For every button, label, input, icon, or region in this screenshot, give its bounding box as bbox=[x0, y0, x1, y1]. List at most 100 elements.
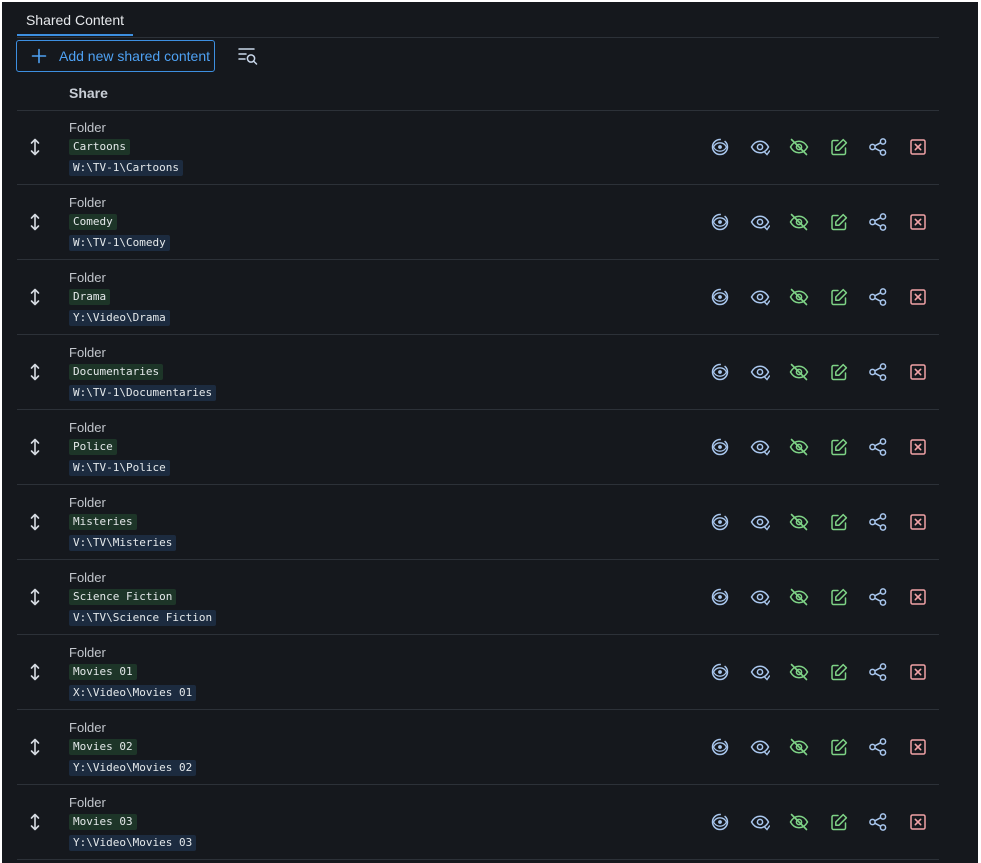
hide-icon[interactable] bbox=[789, 587, 809, 607]
edit-icon[interactable] bbox=[829, 812, 849, 832]
scan-icon[interactable] bbox=[710, 662, 730, 682]
edit-icon[interactable] bbox=[829, 662, 849, 682]
delete-icon[interactable] bbox=[908, 662, 928, 682]
share-type: Folder bbox=[69, 420, 106, 435]
delete-icon[interactable] bbox=[908, 362, 928, 382]
share-name-tag: Movies 01 bbox=[69, 664, 137, 680]
edit-icon[interactable] bbox=[829, 362, 849, 382]
drag-handle-icon[interactable] bbox=[29, 363, 41, 381]
tab-bar: Shared Content bbox=[17, 2, 939, 38]
edit-icon[interactable] bbox=[829, 512, 849, 532]
drag-handle-icon[interactable] bbox=[29, 738, 41, 756]
share-icon[interactable] bbox=[868, 287, 888, 307]
tab-shared-content[interactable]: Shared Content bbox=[17, 2, 133, 36]
share-path-tag: V:\TV\Science Fiction bbox=[69, 610, 217, 626]
view-icon[interactable] bbox=[750, 362, 770, 382]
drag-handle-icon[interactable] bbox=[29, 588, 41, 606]
drag-handle-icon[interactable] bbox=[29, 288, 41, 306]
scan-icon[interactable] bbox=[710, 362, 730, 382]
share-icon[interactable] bbox=[868, 362, 888, 382]
drag-handle-icon[interactable] bbox=[29, 438, 41, 456]
edit-icon[interactable] bbox=[829, 437, 849, 457]
scan-icon[interactable] bbox=[710, 512, 730, 532]
drag-handle-icon[interactable] bbox=[29, 663, 41, 681]
share-type: Folder bbox=[69, 195, 106, 210]
filter-search-icon[interactable] bbox=[238, 47, 258, 65]
hide-icon[interactable] bbox=[789, 812, 809, 832]
delete-icon[interactable] bbox=[908, 587, 928, 607]
view-icon[interactable] bbox=[750, 812, 770, 832]
share-icon[interactable] bbox=[868, 212, 888, 232]
share-type: Folder bbox=[69, 345, 106, 360]
hide-icon[interactable] bbox=[789, 512, 809, 532]
view-icon[interactable] bbox=[750, 287, 770, 307]
delete-icon[interactable] bbox=[908, 287, 928, 307]
delete-icon[interactable] bbox=[908, 212, 928, 232]
delete-icon[interactable] bbox=[908, 737, 928, 757]
share-name-tag: Movies 03 bbox=[69, 814, 137, 830]
share-type: Folder bbox=[69, 120, 106, 135]
delete-icon[interactable] bbox=[908, 137, 928, 157]
share-icon[interactable] bbox=[868, 587, 888, 607]
share-type: Folder bbox=[69, 645, 106, 660]
view-icon[interactable] bbox=[750, 662, 770, 682]
delete-icon[interactable] bbox=[908, 512, 928, 532]
hide-icon[interactable] bbox=[789, 437, 809, 457]
share-name-tag: Misteries bbox=[69, 514, 137, 530]
plus-icon bbox=[31, 48, 47, 67]
edit-icon[interactable] bbox=[829, 287, 849, 307]
view-icon[interactable] bbox=[750, 737, 770, 757]
view-icon[interactable] bbox=[750, 587, 770, 607]
hide-icon[interactable] bbox=[789, 362, 809, 382]
share-row: Folder Science Fiction V:\TV\Science Fic… bbox=[17, 560, 939, 635]
view-icon[interactable] bbox=[750, 137, 770, 157]
hide-icon[interactable] bbox=[789, 287, 809, 307]
share-row: Folder Movies 03 Y:\Video\Movies 03 bbox=[17, 785, 939, 860]
share-name-tag: Movies 02 bbox=[69, 739, 137, 755]
view-icon[interactable] bbox=[750, 512, 770, 532]
drag-handle-icon[interactable] bbox=[29, 813, 41, 831]
share-row: Folder Police W:\TV-1\Police bbox=[17, 410, 939, 485]
scan-icon[interactable] bbox=[710, 287, 730, 307]
share-icon[interactable] bbox=[868, 137, 888, 157]
share-icon[interactable] bbox=[868, 737, 888, 757]
add-shared-content-label: Add new shared content bbox=[59, 48, 210, 64]
share-name-tag: Police bbox=[69, 439, 117, 455]
edit-icon[interactable] bbox=[829, 137, 849, 157]
share-icon[interactable] bbox=[868, 812, 888, 832]
drag-handle-icon[interactable] bbox=[29, 138, 41, 156]
drag-handle-icon[interactable] bbox=[29, 513, 41, 531]
share-path-tag: X:\Video\Movies 01 bbox=[69, 685, 197, 701]
view-icon[interactable] bbox=[750, 437, 770, 457]
drag-handle-icon[interactable] bbox=[29, 213, 41, 231]
delete-icon[interactable] bbox=[908, 437, 928, 457]
share-icon[interactable] bbox=[868, 437, 888, 457]
share-name-tag: Science Fiction bbox=[69, 589, 177, 605]
share-row: Folder Documentaries W:\TV-1\Documentari… bbox=[17, 335, 939, 410]
scan-icon[interactable] bbox=[710, 437, 730, 457]
hide-icon[interactable] bbox=[789, 137, 809, 157]
share-row: Folder Movies 01 X:\Video\Movies 01 bbox=[17, 635, 939, 710]
table-header: Share bbox=[17, 74, 939, 111]
share-row: Folder Movies 02 Y:\Video\Movies 02 bbox=[17, 710, 939, 785]
scan-icon[interactable] bbox=[710, 737, 730, 757]
scan-icon[interactable] bbox=[710, 812, 730, 832]
share-icon[interactable] bbox=[868, 512, 888, 532]
share-path-tag: Y:\Video\Drama bbox=[69, 310, 170, 326]
scan-icon[interactable] bbox=[710, 587, 730, 607]
scan-icon[interactable] bbox=[710, 137, 730, 157]
hide-icon[interactable] bbox=[789, 662, 809, 682]
edit-icon[interactable] bbox=[829, 587, 849, 607]
add-shared-content-button[interactable]: Add new shared content bbox=[16, 40, 215, 72]
edit-icon[interactable] bbox=[829, 737, 849, 757]
delete-icon[interactable] bbox=[908, 812, 928, 832]
share-type: Folder bbox=[69, 270, 106, 285]
view-icon[interactable] bbox=[750, 212, 770, 232]
share-name-tag: Drama bbox=[69, 289, 111, 305]
scan-icon[interactable] bbox=[710, 212, 730, 232]
share-row: Folder Comedy W:\TV-1\Comedy bbox=[17, 185, 939, 260]
hide-icon[interactable] bbox=[789, 212, 809, 232]
edit-icon[interactable] bbox=[829, 212, 849, 232]
share-icon[interactable] bbox=[868, 662, 888, 682]
hide-icon[interactable] bbox=[789, 737, 809, 757]
